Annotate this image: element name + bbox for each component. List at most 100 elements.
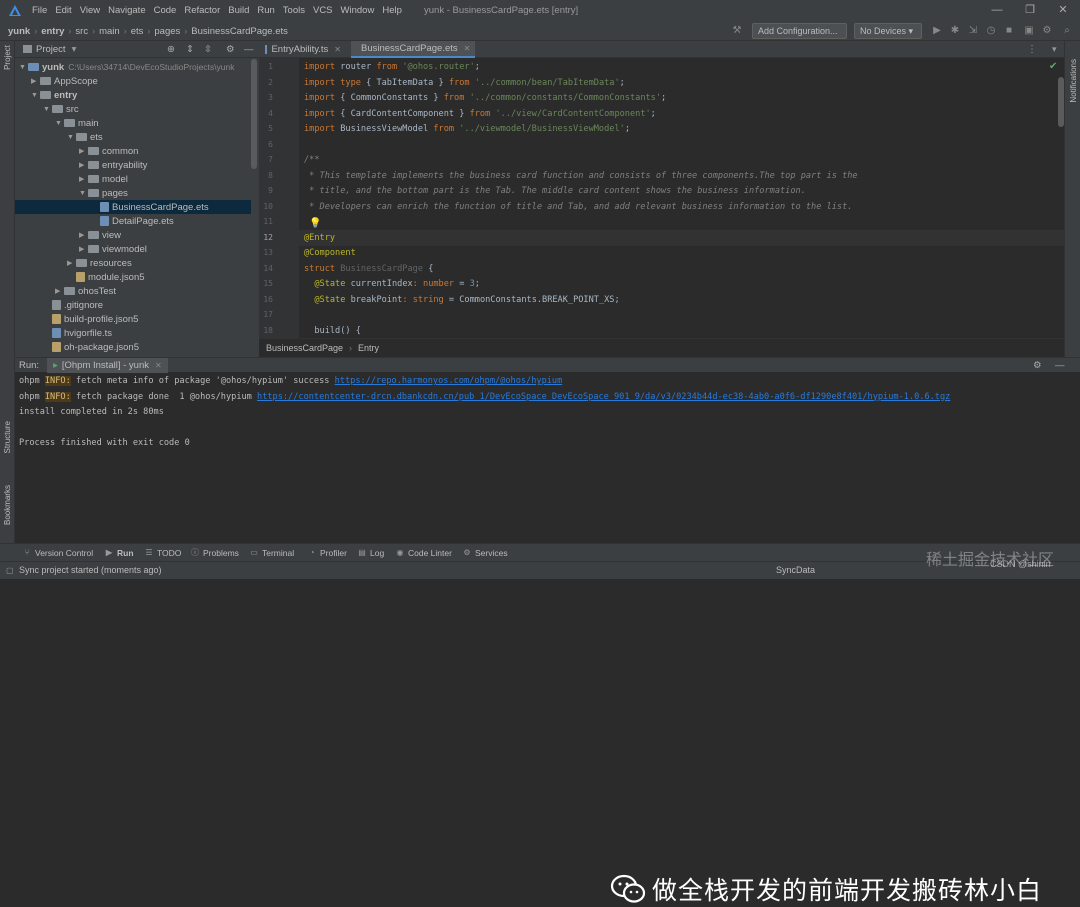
gear-icon[interactable]: ⚙ <box>226 44 235 55</box>
search-icon[interactable]: ⌕ <box>1060 24 1074 38</box>
stop-icon[interactable]: ■ <box>1002 24 1016 38</box>
tree-item[interactable]: ▼ main <box>15 116 251 130</box>
tree-item[interactable]: ▼ yunk C:\Users\34714\DevEcoStudioProjects… <box>15 60 251 74</box>
breadcrumb-file[interactable]: BusinessCardPage.ets <box>189 26 290 37</box>
editor-breadcrumb-item[interactable]: Entry <box>358 343 379 353</box>
tree-item[interactable]: build-profile.json5 <box>15 312 251 326</box>
add-configuration-button[interactable]: Add Configuration... <box>752 23 847 39</box>
locate-file-icon[interactable]: ⊕ <box>167 44 175 55</box>
chevron-down-icon[interactable]: ▼ <box>79 190 88 197</box>
expand-all-icon[interactable]: ⇳ <box>204 44 212 55</box>
chevron-right-icon[interactable]: ▶ <box>79 245 88 253</box>
chevron-down-icon[interactable]: ▼ <box>67 134 76 141</box>
menu-run[interactable]: Run <box>253 5 278 16</box>
menu-help[interactable]: Help <box>378 5 406 16</box>
tool-profiler[interactable]: ◔ Profiler <box>307 544 347 562</box>
lightbulb-icon[interactable]: 💡 <box>309 218 321 229</box>
chevron-down-icon[interactable]: ▼ <box>31 92 40 99</box>
hammer-icon[interactable]: ⚒ <box>730 24 744 38</box>
chevron-down-icon[interactable]: ▾ <box>1052 44 1057 55</box>
status-icon[interactable]: ▢ <box>6 566 14 575</box>
sync-status[interactable]: SyncData <box>776 565 815 575</box>
check-icon[interactable]: ✔ <box>1049 61 1057 72</box>
profiler-icon[interactable]: ◷ <box>984 24 998 38</box>
collapse-all-icon[interactable]: ⇕ <box>186 44 194 55</box>
chevron-down-icon[interactable]: ▼ <box>19 64 28 71</box>
menu-view[interactable]: View <box>76 5 104 16</box>
close-icon[interactable]: ✕ <box>1056 3 1070 17</box>
close-tab-icon[interactable]: ✕ <box>334 45 341 54</box>
tab-entryability[interactable]: EntryAbility.ts ✕ <box>259 41 347 58</box>
tool-version-control[interactable]: ⑂ Version Control <box>22 544 94 562</box>
notifications-tool-tab[interactable]: Notifications <box>1069 59 1078 103</box>
menu-vcs[interactable]: VCS <box>309 5 337 16</box>
tree-item[interactable]: ▼ ets <box>15 130 251 144</box>
breadcrumb-pages[interactable]: pages <box>152 26 182 37</box>
more-icon[interactable]: ⋮ <box>1027 44 1037 55</box>
project-scrollbar[interactable] <box>251 59 257 169</box>
breadcrumb-project[interactable]: yunk <box>6 26 32 37</box>
tree-item[interactable]: ▶ viewmodel <box>15 242 251 256</box>
menu-file[interactable]: File <box>28 5 51 16</box>
chevron-right-icon[interactable]: ▶ <box>31 77 40 85</box>
tab-businesscardpage[interactable]: BusinessCardPage.ets ✕ <box>351 41 475 58</box>
chevron-right-icon[interactable]: ▶ <box>79 231 88 239</box>
tree-item[interactable]: module.json5 <box>15 270 251 284</box>
tree-item[interactable]: BusinessCardPage.ets <box>15 200 251 214</box>
tool-terminal[interactable]: ▭ Terminal <box>249 544 294 562</box>
menu-build[interactable]: Build <box>224 5 253 16</box>
chevron-down-icon[interactable]: ▼ <box>55 120 64 127</box>
tree-item[interactable]: hvigorfile.ts <box>15 326 251 340</box>
project-view-selector[interactable]: Project <box>36 44 66 55</box>
tree-item[interactable]: ▶ ohosTest <box>15 284 251 298</box>
chevron-right-icon[interactable]: ▶ <box>67 259 76 267</box>
tool-log[interactable]: ▤ Log <box>357 544 384 562</box>
chevron-right-icon[interactable]: ▶ <box>79 147 88 155</box>
tool-code-linter[interactable]: ◉ Code Linter <box>395 544 452 562</box>
breadcrumb-module[interactable]: entry <box>39 26 66 37</box>
structure-tool-tab[interactable]: Structure <box>3 421 12 453</box>
tool-run[interactable]: ▶ Run <box>104 544 134 562</box>
tree-item[interactable]: ▼ entry <box>15 88 251 102</box>
menu-navigate[interactable]: Navigate <box>104 5 150 16</box>
sdk-manager-icon[interactable]: ⚙ <box>1040 24 1054 38</box>
menu-refactor[interactable]: Refactor <box>180 5 224 16</box>
chevron-right-icon[interactable]: ▶ <box>79 175 88 183</box>
close-tab-icon[interactable]: ✕ <box>155 361 162 370</box>
bookmarks-tool-tab[interactable]: Bookmarks <box>3 485 12 525</box>
hide-panel-icon[interactable]: — <box>1055 360 1065 371</box>
breadcrumb-ets[interactable]: ets <box>129 26 146 37</box>
tree-item[interactable]: oh-package.json5 <box>15 340 251 354</box>
debug-icon[interactable]: ✱ <box>948 24 962 38</box>
menu-window[interactable]: Window <box>337 5 379 16</box>
tree-item[interactable]: ▶ view <box>15 228 251 242</box>
tree-item[interactable]: ▶ resources <box>15 256 251 270</box>
tool-todo[interactable]: ☰ TODO <box>144 544 181 562</box>
run-tab[interactable]: ▸ [Ohpm Install] - yunk ✕ <box>47 357 168 373</box>
chevron-right-icon[interactable]: ▶ <box>79 161 88 169</box>
tree-item[interactable]: ▼ src <box>15 102 251 116</box>
breadcrumb-src[interactable]: src <box>73 26 90 37</box>
tree-item[interactable]: ▼ pages <box>15 186 251 200</box>
restore-icon[interactable]: ❐ <box>1023 3 1037 17</box>
run-icon[interactable]: ▶ <box>930 24 944 38</box>
tree-item[interactable]: .gitignore <box>15 298 251 312</box>
status-message[interactable]: Sync project started (moments ago) <box>19 565 162 575</box>
device-manager-icon[interactable]: ▣ <box>1022 24 1036 38</box>
chevron-down-icon[interactable]: ▾ <box>72 44 77 55</box>
tree-item[interactable]: ▶ model <box>15 172 251 186</box>
tree-item[interactable]: ▶ entryability <box>15 158 251 172</box>
tree-item[interactable]: DetailPage.ets <box>15 214 251 228</box>
menu-code[interactable]: Code <box>150 5 181 16</box>
attach-debugger-icon[interactable]: ⇲ <box>966 24 980 38</box>
minimize-icon[interactable]: — <box>990 3 1004 17</box>
project-tool-tab[interactable]: Project <box>3 45 12 70</box>
menu-edit[interactable]: Edit <box>51 5 75 16</box>
tree-item[interactable]: ▶ AppScope <box>15 74 251 88</box>
tool-problems[interactable]: ⓘ Problems <box>190 544 239 562</box>
close-tab-icon[interactable]: ✕ <box>464 44 471 53</box>
devices-dropdown[interactable]: No Devices ▾ <box>854 23 922 39</box>
menu-tools[interactable]: Tools <box>279 5 309 16</box>
hide-panel-icon[interactable]: — <box>244 44 254 55</box>
breadcrumb-main[interactable]: main <box>97 26 122 37</box>
